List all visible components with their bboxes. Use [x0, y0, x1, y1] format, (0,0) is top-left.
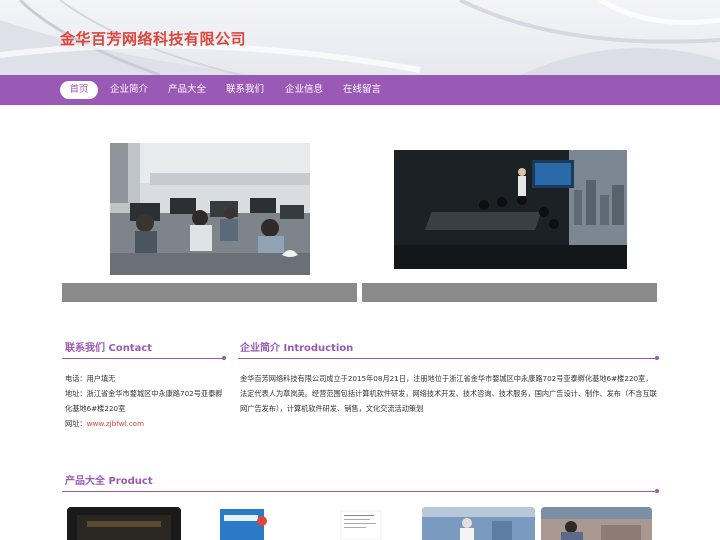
products-divider-dot: [655, 489, 659, 493]
contact-phone: 电话：用户填无: [65, 374, 116, 383]
site-title[interactable]: 金华百芳网络科技有限公司: [60, 28, 246, 49]
nav-item-contact[interactable]: 联系我们: [220, 81, 270, 99]
contact-address-1: 地址：浙江省金华市婺城区中永康路702号亚泰孵: [65, 389, 223, 398]
nav-item-company-info[interactable]: 企业信息: [279, 81, 329, 99]
intro-divider-dot: [655, 356, 659, 360]
feature-caption-bar-1[interactable]: [62, 283, 357, 302]
contact-section-title: 联系我们 Contact: [65, 343, 153, 354]
intro-divider: [238, 358, 657, 359]
nav-item-home[interactable]: 首页: [60, 81, 98, 99]
website-label: 网址：: [65, 419, 87, 428]
product-thumb-5[interactable]: [541, 507, 652, 540]
feature-image-meeting[interactable]: [394, 150, 627, 269]
feature-caption-bar-2[interactable]: [362, 283, 657, 302]
nav-item-message[interactable]: 在线留言: [337, 81, 387, 99]
products-divider: [62, 491, 657, 492]
nav-item-products[interactable]: 产品大全: [162, 81, 212, 99]
contact-address-2: 化基地6#楼220室: [65, 404, 126, 413]
intro-text: 金华百芳网络科技有限公司成立于2015年08月21日，注册地位于浙江省金华市婺城…: [240, 374, 657, 413]
contact-website-row: 网址：www.zjbfwl.com: [65, 416, 230, 431]
product-thumb-4[interactable]: [422, 507, 535, 540]
website-link[interactable]: www.zjbfwl.com: [87, 419, 145, 428]
feature-image-office[interactable]: [110, 143, 310, 275]
contact-divider: [62, 358, 225, 359]
site-header: 金华百芳网络科技有限公司: [0, 0, 720, 75]
contact-divider-dot: [222, 356, 226, 360]
intro-section-title: 企业简介 Introduction: [240, 343, 354, 354]
contact-info: 电话：用户填无 地址：浙江省金华市婺城区中永康路702号亚泰孵 化基地6#楼22…: [65, 371, 230, 431]
product-thumb-2[interactable]: [218, 507, 268, 540]
products-section-title: 产品大全 Product: [65, 476, 153, 487]
nav-item-about[interactable]: 企业简介: [104, 81, 154, 99]
main-nav: 首页 企业简介 产品大全 联系我们 企业信息 在线留言: [0, 75, 720, 105]
product-thumb-1[interactable]: [67, 507, 181, 540]
product-thumb-3[interactable]: [340, 507, 382, 540]
